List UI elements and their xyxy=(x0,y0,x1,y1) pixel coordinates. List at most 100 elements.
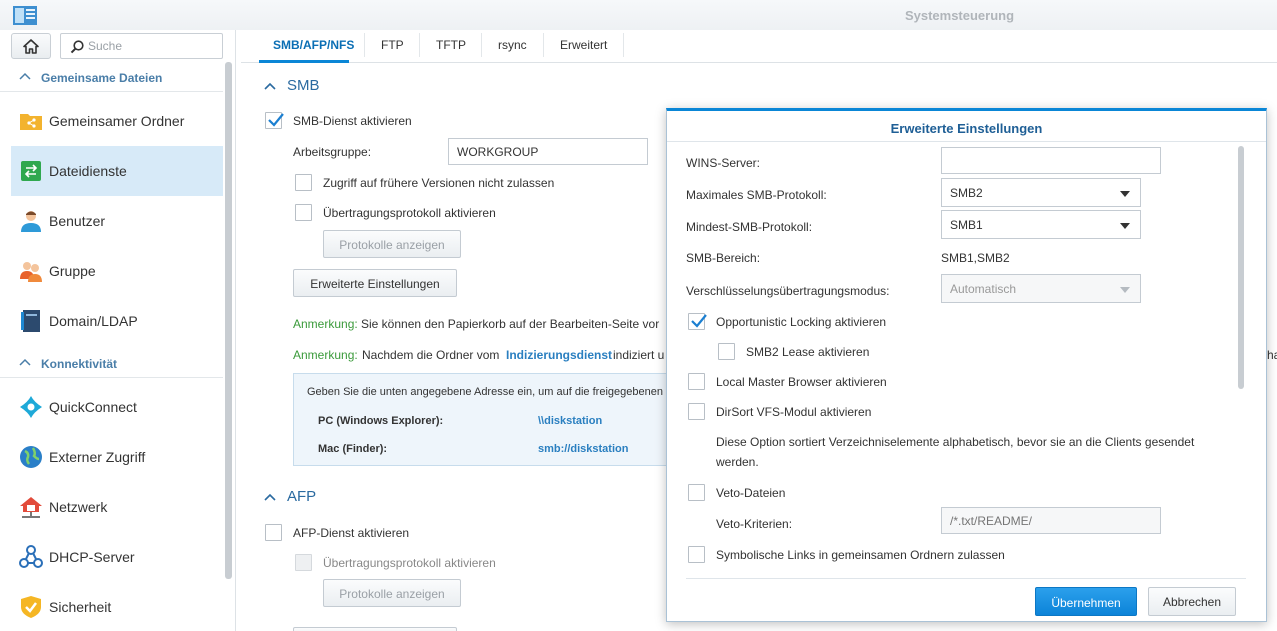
tab-tftp[interactable]: TFTP xyxy=(436,38,466,52)
sidebar-item-security[interactable]: Sicherheit xyxy=(11,582,223,631)
workgroup-input[interactable]: WORKGROUP xyxy=(448,138,648,165)
sidebar-item-group[interactable]: Gruppe xyxy=(11,246,223,296)
afp-extra-button-partial[interactable] xyxy=(293,627,457,631)
min-smb-value: SMB1 xyxy=(950,218,983,232)
local-master-checkbox[interactable] xyxy=(688,373,705,390)
window-title: Systemsteuerung xyxy=(904,8,1015,23)
external-access-icon xyxy=(20,446,42,468)
indexing-service-link[interactable]: Indizierungsdienst xyxy=(506,348,612,362)
apply-button[interactable]: Übernehmen xyxy=(1035,587,1137,616)
quickconnect-icon xyxy=(20,396,42,418)
dirsort-checkbox[interactable] xyxy=(688,403,705,420)
smb-enable-checkbox[interactable] xyxy=(265,112,284,129)
group-icon xyxy=(20,262,42,282)
address-info-box: Geben Sie die unten angegebene Adresse e… xyxy=(293,373,675,466)
dropdown-arrow-icon xyxy=(1120,287,1130,293)
tab-ftp[interactable]: FTP xyxy=(381,38,404,52)
advanced-settings-button[interactable]: Erweiterte Einstellungen xyxy=(293,269,457,297)
tab-bar: SMB/AFP/NFS FTP TFTP rsync Erweitert xyxy=(241,30,1277,63)
home-button[interactable] xyxy=(11,33,51,59)
section-header-shared-files[interactable]: Gemeinsame Dateien xyxy=(0,62,223,92)
section-header-connectivity[interactable]: Konnektivität xyxy=(0,348,223,378)
oplock-label: Opportunistic Locking aktivieren xyxy=(716,315,887,329)
max-smb-label: Maximales SMB-Protokoll: xyxy=(686,188,827,202)
dhcp-server-icon xyxy=(19,545,43,568)
address-info-intro: Geben Sie die unten angegebene Adresse e… xyxy=(307,386,675,398)
tab-separator xyxy=(623,33,624,57)
dirsort-label: DirSort VFS-Modul aktivieren xyxy=(716,405,872,419)
note2-overflow-text: ha xyxy=(1267,348,1277,362)
smb-show-logs-button[interactable]: Protokolle anzeigen xyxy=(323,230,461,258)
symlinks-label: Symbolische Links in gemeinsamen Ordnern… xyxy=(716,548,1005,562)
local-master-label: Local Master Browser aktivieren xyxy=(716,375,887,389)
file-services-icon xyxy=(21,161,41,181)
dirsort-description-line2: werden. xyxy=(716,455,759,469)
veto-files-label: Veto-Dateien xyxy=(716,486,786,500)
encryption-mode-select[interactable]: Automatisch xyxy=(941,274,1141,303)
encryption-mode-value: Automatisch xyxy=(950,282,1017,296)
wins-server-input[interactable] xyxy=(941,147,1161,174)
max-smb-select[interactable]: SMB2 xyxy=(941,178,1141,207)
veto-criteria-label: Veto-Kriterien: xyxy=(716,517,793,531)
prev-versions-label: Zugriff auf frühere Versionen nicht zula… xyxy=(323,176,555,190)
cancel-button[interactable]: Abbrechen xyxy=(1148,587,1236,616)
sidebar-item-file-services[interactable]: Dateidienste xyxy=(11,146,223,196)
sidebar-item-domain-ldap[interactable]: Domain/LDAP xyxy=(11,296,223,346)
dialog-footer-divider xyxy=(686,578,1246,579)
sidebar-item-shared-folder[interactable]: Gemeinsamer Ordner xyxy=(11,96,223,146)
checkmark-icon xyxy=(691,314,707,328)
search-box[interactable] xyxy=(60,33,223,59)
chevron-up-icon[interactable] xyxy=(264,493,276,501)
mac-address-label: Mac (Finder): xyxy=(318,443,388,455)
pc-address-label: PC (Windows Explorer): xyxy=(318,415,444,427)
sidebar-scrollbar[interactable] xyxy=(225,62,232,579)
note2-prefix: Anmerkung: xyxy=(293,348,358,362)
mac-address-value[interactable]: smb://diskstation xyxy=(538,443,628,455)
chevron-up-icon[interactable] xyxy=(264,82,276,90)
dirsort-description-line1: Diese Option sortiert Verzeichniselement… xyxy=(716,435,1195,449)
symlinks-checkbox[interactable] xyxy=(688,546,705,563)
sidebar-item-network[interactable]: Netzwerk xyxy=(11,482,223,532)
sidebar-item-quickconnect[interactable]: QuickConnect xyxy=(11,382,223,432)
afp-transfer-log-checkbox[interactable] xyxy=(295,554,312,571)
tab-separator xyxy=(481,33,482,57)
search-input[interactable] xyxy=(88,37,218,55)
min-smb-label: Mindest-SMB-Protokoll: xyxy=(686,220,813,234)
tab-rsync[interactable]: rsync xyxy=(498,38,527,52)
tab-separator xyxy=(543,33,544,57)
note1-prefix: Anmerkung: xyxy=(293,317,358,331)
security-icon xyxy=(21,596,41,618)
prev-versions-checkbox[interactable] xyxy=(295,174,312,191)
workgroup-label: Arbeitsgruppe: xyxy=(293,145,372,159)
oplock-checkbox[interactable] xyxy=(688,313,707,330)
note2-text-continued: indiziert u xyxy=(613,348,665,362)
tab-advanced[interactable]: Erweitert xyxy=(560,38,607,52)
max-smb-value: SMB2 xyxy=(950,186,983,200)
wins-server-label: WINS-Server: xyxy=(686,156,761,170)
tab-separator xyxy=(364,33,365,57)
tab-smb-afp-nfs[interactable]: SMB/AFP/NFS xyxy=(273,38,354,52)
chevron-up-icon xyxy=(19,358,31,366)
sidebar-item-external-access[interactable]: Externer Zugriff xyxy=(11,432,223,482)
dialog-scrollbar[interactable] xyxy=(1238,146,1244,389)
note2-text: Nachdem die Ordner vom xyxy=(362,348,500,362)
active-tab-indicator xyxy=(259,60,349,63)
user-icon xyxy=(21,211,41,232)
dropdown-arrow-icon xyxy=(1120,223,1130,229)
checkmark-icon xyxy=(268,113,284,127)
afp-enable-checkbox[interactable] xyxy=(265,524,282,541)
smb-enable-label: SMB-Dienst aktivieren xyxy=(293,114,412,128)
smb-transfer-log-checkbox[interactable] xyxy=(295,204,312,221)
title-bar: Systemsteuerung xyxy=(0,0,1277,30)
smb2-lease-checkbox[interactable] xyxy=(718,343,735,360)
veto-files-checkbox[interactable] xyxy=(688,484,705,501)
afp-show-logs-button[interactable]: Protokolle anzeigen xyxy=(323,579,461,607)
pc-address-value[interactable]: \\diskstation xyxy=(538,415,602,427)
sidebar-item-user[interactable]: Benutzer xyxy=(11,196,223,246)
sidebar-item-dhcp-server[interactable]: DHCP-Server xyxy=(11,532,223,582)
smb-section-title: SMB xyxy=(287,77,320,94)
tab-separator xyxy=(419,33,420,57)
search-icon xyxy=(70,40,84,54)
min-smb-select[interactable]: SMB1 xyxy=(941,210,1141,239)
veto-criteria-input[interactable] xyxy=(941,507,1161,534)
